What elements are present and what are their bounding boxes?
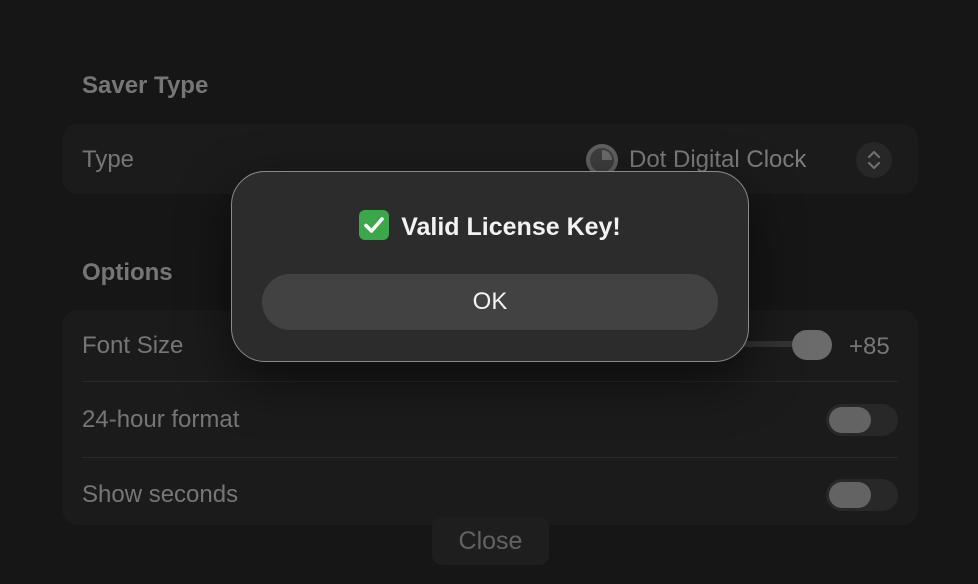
alert-title-row: Valid License Key!: [232, 210, 748, 242]
license-alert-dialog: Valid License Key! OK: [231, 171, 749, 362]
check-mark-button-icon: [359, 210, 390, 240]
ok-button[interactable]: OK: [262, 274, 718, 330]
alert-title: Valid License Key!: [401, 213, 621, 241]
